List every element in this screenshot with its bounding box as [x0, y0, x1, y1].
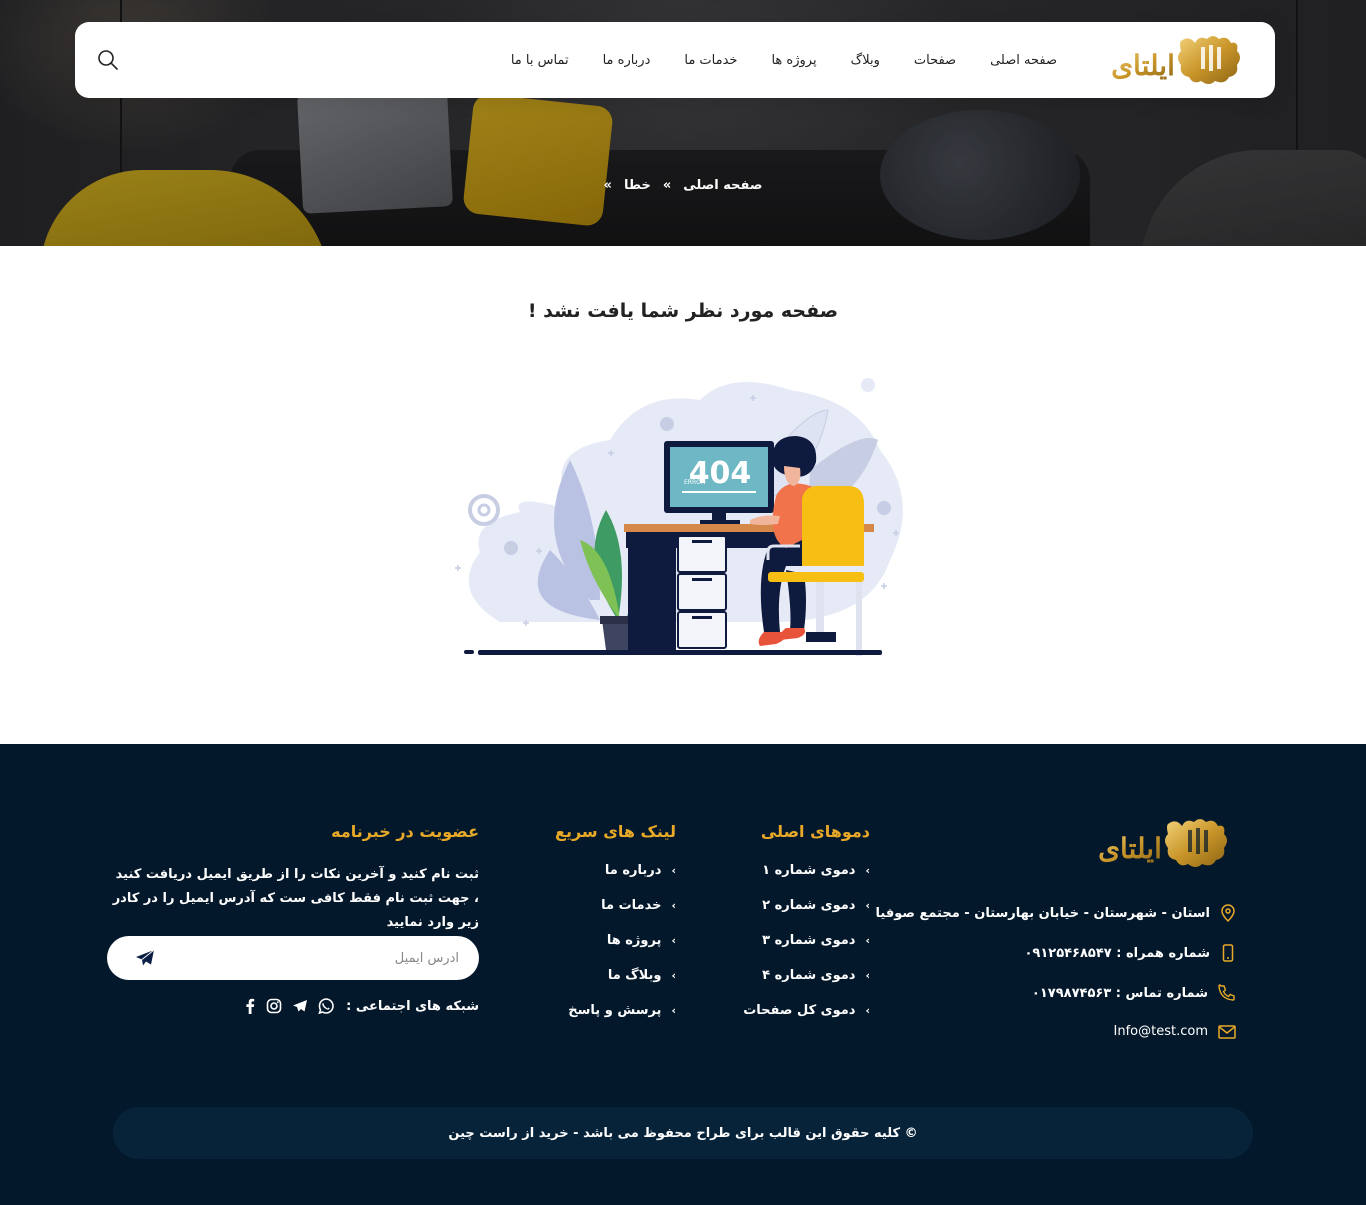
nav-item-pages[interactable]: صفحات [914, 53, 956, 68]
footer-newsletter-text: ثبت نام کنید و آخرین نکات را از طریق ایم… [112, 867, 479, 930]
footer-quick-link[interactable]: › پرسش و پاسخ [496, 1003, 676, 1018]
newsletter-form [107, 936, 479, 980]
copyright-bar: © کلیه حقوق این قالب برای طراح محفوظ می … [113, 1107, 1253, 1159]
search-icon [98, 50, 118, 70]
footer-newsletter-column: عضویت در خبرنامه ثبت نام کنید و آخرین نک… [107, 822, 479, 935]
footer-demo-link[interactable]: › دموی شماره ۴ [690, 968, 870, 983]
footer-quick-links-column: لینک های سریع › درباره ما › خدمات ما › پروژ… [496, 822, 676, 1038]
breadcrumb-separator: » [603, 178, 612, 193]
footer-quick-link[interactable]: › پروژه ها [496, 933, 676, 948]
footer-email: Info@test.com [936, 1024, 1236, 1039]
footer-logo[interactable]: ایلتای [936, 816, 1228, 870]
chevron-left-icon: › [865, 934, 870, 947]
footer-mobile: شماره همراه : ۰۹۱۲۵۴۶۸۵۴۷ [936, 944, 1236, 962]
social-links: شبکه های اجتماعی : [244, 998, 479, 1014]
chevron-left-icon: › [671, 899, 676, 912]
footer-quick-link[interactable]: › خدمات ما [496, 898, 676, 913]
footer-quick-links-list: › درباره ما › خدمات ما › پروژه ها › وبلاگ ما… [496, 863, 676, 1018]
error-404-illustration-svg: 404 ERROR [455, 378, 903, 656]
footer-address: استان - شهرستان - خیابان بهارستان - مجتم… [876, 904, 1236, 922]
svg-text:ایلتای: ایلتای [1098, 832, 1162, 865]
breadcrumb-current: خطا [623, 178, 651, 193]
page-title: صفحه مورد نظر شما یافت نشد ! [527, 300, 839, 322]
error-caption-text: ERROR [684, 479, 705, 486]
footer-phone: شماره تماس : ۰۱۷۹۸۷۴۵۶۳ [936, 984, 1236, 1002]
chevron-left-icon: › [671, 864, 676, 877]
chevron-left-icon: › [865, 1004, 870, 1017]
nav-item-about[interactable]: درباره ما [603, 53, 651, 68]
social-label: شبکه های اجتماعی : [346, 998, 479, 1014]
footer-quick-links-title: لینک های سریع [555, 822, 676, 841]
search-button[interactable] [97, 49, 119, 71]
footer-demos-column: دموهای اصلی › دموی شماره ۱ › دموی شماره ۲ … [690, 822, 870, 1038]
nav-item-home[interactable]: صفحه اصلی [990, 53, 1057, 68]
copyright-text: © کلیه حقوق این قالب برای طراح محفوظ می … [448, 1125, 918, 1141]
nav-item-contact[interactable]: تماس با ما [511, 53, 569, 68]
footer-demo-link[interactable]: › دموی شماره ۳ [690, 933, 870, 948]
site-header: ایلتای صفحه اصلی صفحات وبلاگ پروژه ها خد… [75, 22, 1275, 98]
error-404-illustration: 404 ERROR [450, 370, 920, 670]
footer-newsletter-title: عضویت در خبرنامه [331, 822, 479, 841]
footer-demo-link[interactable]: › دموی شماره ۲ [690, 898, 870, 913]
whatsapp-icon[interactable] [318, 998, 334, 1014]
phone-text[interactable]: شماره تماس : ۰۱۷۹۸۷۴۵۶۳ [1032, 986, 1208, 1001]
chevron-left-icon: › [671, 934, 676, 947]
footer-quick-link[interactable]: › وبلاگ ما [496, 968, 676, 983]
chevron-left-icon: › [865, 864, 870, 877]
facebook-icon[interactable] [244, 998, 256, 1014]
main-nav: صفحه اصلی صفحات وبلاگ پروژه ها خدمات ما … [511, 22, 1057, 98]
svg-text:ایلتای: ایلتای [1111, 49, 1175, 82]
mobile-text[interactable]: شماره همراه : ۰۹۱۲۵۴۶۸۵۴۷ [1024, 946, 1210, 961]
telegram-icon[interactable] [292, 998, 308, 1014]
breadcrumb-separator: » [662, 178, 672, 193]
breadcrumb-home[interactable]: صفحه اصلی [683, 178, 762, 193]
newsletter-submit-button[interactable] [135, 949, 155, 967]
chevron-left-icon: › [671, 969, 676, 982]
chevron-left-icon: › [671, 1004, 676, 1017]
location-pin-icon [1221, 904, 1235, 922]
send-icon [136, 949, 155, 966]
instagram-icon[interactable] [266, 998, 282, 1014]
chevron-left-icon: › [865, 969, 870, 982]
address-text: استان - شهرستان - خیابان بهارستان - مجتم… [875, 905, 1210, 921]
footer-demo-link[interactable]: › دموی کل صفحات [690, 1003, 870, 1018]
phone-icon [1218, 984, 1235, 1001]
nav-item-blog[interactable]: وبلاگ [851, 53, 880, 68]
footer-logo-emblem-icon: ایلتای [1098, 819, 1227, 867]
footer-demos-title: دموهای اصلی [760, 822, 870, 841]
site-logo[interactable]: ایلتای [1109, 33, 1241, 87]
footer-quick-link[interactable]: › درباره ما [496, 863, 676, 878]
mobile-phone-icon [1222, 944, 1234, 962]
breadcrumb: صفحه اصلی » خطا » [0, 178, 1366, 193]
footer-contact-column: ایلتای استان - شهرستان - خیابان بهارستان… [876, 816, 1236, 1061]
newsletter-email-input[interactable] [179, 936, 459, 980]
chevron-left-icon: › [865, 899, 870, 912]
email-text[interactable]: Info@test.com [1114, 1024, 1208, 1039]
logo-emblem-icon: ایلتای [1111, 36, 1240, 84]
site-footer: ایلتای استان - شهرستان - خیابان بهارستان… [0, 744, 1366, 1205]
social-icons [244, 998, 334, 1014]
footer-demo-link[interactable]: › دموی شماره ۱ [690, 863, 870, 878]
footer-demos-list: › دموی شماره ۱ › دموی شماره ۲ › دموی شماره … [690, 863, 870, 1018]
nav-item-services[interactable]: خدمات ما [684, 53, 737, 68]
email-icon [1218, 1024, 1236, 1039]
nav-item-projects[interactable]: پروژه ها [771, 53, 816, 68]
